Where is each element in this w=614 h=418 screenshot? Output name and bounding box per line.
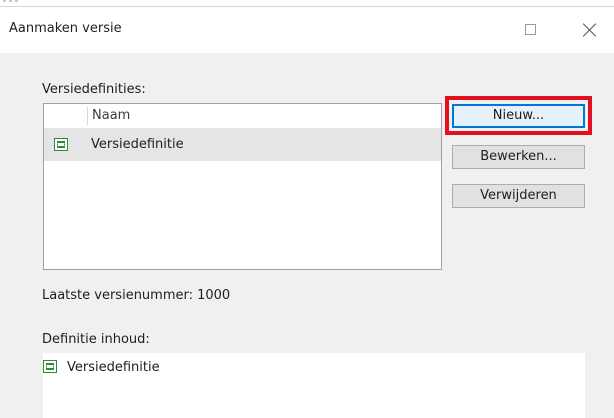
- column-header-name[interactable]: Naam: [92, 108, 130, 123]
- last-version-number: Laatste versienummer: 1000: [42, 288, 231, 303]
- version-definition-icon: [43, 360, 57, 373]
- header-separator[interactable]: [87, 107, 88, 125]
- definitions-list[interactable]: Naam Versiedefinitie: [43, 103, 442, 270]
- edit-button[interactable]: Bewerken...: [452, 145, 585, 169]
- list-item[interactable]: Versiedefinitie: [44, 129, 441, 161]
- maximize-icon: [525, 24, 536, 35]
- screen: Aanmaken versie Versiedefinities: Naam V…: [0, 0, 614, 418]
- delete-button[interactable]: Verwijderen: [452, 184, 585, 208]
- list-header: Naam: [44, 104, 441, 129]
- close-button[interactable]: [570, 13, 610, 47]
- new-button[interactable]: Nieuw...: [452, 104, 585, 128]
- list-item-label: Versiedefinitie: [91, 137, 184, 152]
- maximize-button[interactable]: [511, 13, 551, 47]
- definition-content-box: Versiedefinitie: [43, 353, 585, 418]
- version-definition-icon: [54, 138, 68, 151]
- window-title: Aanmaken versie: [9, 21, 122, 36]
- content-item-label: Versiedefinitie: [67, 360, 160, 375]
- definitions-label: Versiedefinities:: [42, 82, 146, 97]
- title-bar: Aanmaken versie: [0, 7, 614, 53]
- content-label: Definitie inhoud:: [42, 332, 150, 347]
- close-icon: [583, 23, 597, 37]
